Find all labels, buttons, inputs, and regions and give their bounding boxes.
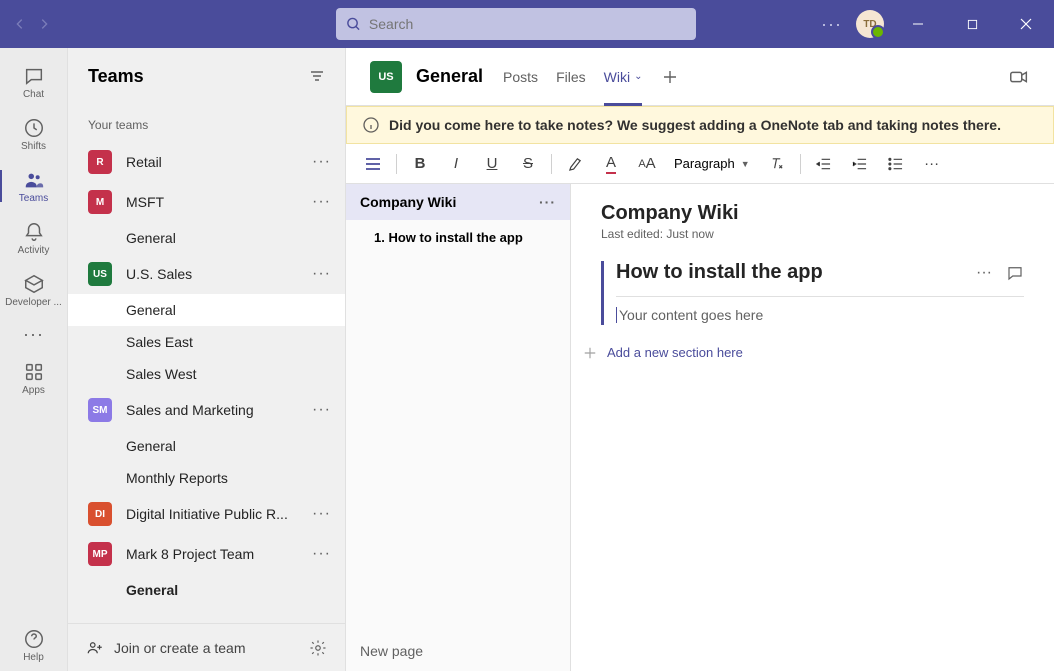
channel-row[interactable]: Monthly Reports bbox=[68, 462, 345, 494]
wiki-last-edited: Last edited: Just now bbox=[601, 227, 1024, 241]
channel-row[interactable]: General bbox=[68, 294, 345, 326]
rail-help[interactable]: Help bbox=[0, 619, 68, 671]
meet-camera-icon[interactable] bbox=[1008, 66, 1030, 88]
team-row[interactable]: US U.S. Sales ··· bbox=[68, 254, 345, 294]
team-more[interactable]: ··· bbox=[312, 265, 331, 283]
channel-row[interactable]: General bbox=[68, 430, 345, 462]
wiki-section: How to install the app ··· Your content … bbox=[601, 261, 1024, 325]
font-size-button[interactable]: AA bbox=[630, 148, 664, 180]
team-row[interactable]: DI Digital Initiative Public R... ··· bbox=[68, 494, 345, 534]
window-maximize[interactable] bbox=[952, 4, 992, 44]
team-name: MSFT bbox=[126, 194, 312, 210]
settings-gear-icon[interactable] bbox=[309, 639, 327, 657]
teams-panel-title: Teams bbox=[88, 66, 144, 87]
paragraph-dropdown[interactable]: Paragraph▼ bbox=[666, 148, 758, 180]
wiki-editor: Company Wiki Last edited: Just now How t… bbox=[571, 184, 1054, 671]
team-row[interactable]: R Retail ··· bbox=[68, 142, 345, 182]
font-color-button[interactable]: A bbox=[594, 148, 628, 180]
add-section-button[interactable]: Add a new section here bbox=[583, 345, 1024, 360]
rail-developer[interactable]: Developer ... bbox=[0, 264, 68, 316]
team-name: Sales and Marketing bbox=[126, 402, 312, 418]
wiki-page-more[interactable]: ··· bbox=[539, 194, 556, 210]
rail-apps[interactable]: Apps bbox=[0, 352, 68, 404]
app-rail: Chat Shifts Teams Activity Developer ...… bbox=[0, 48, 68, 671]
rail-teams[interactable]: Teams bbox=[0, 160, 68, 212]
team-name: Mark 8 Project Team bbox=[126, 546, 312, 562]
team-name: Digital Initiative Public R... bbox=[126, 506, 312, 522]
team-avatar: SM bbox=[88, 398, 112, 422]
channel-row[interactable]: Sales West bbox=[68, 358, 345, 390]
window-minimize[interactable] bbox=[898, 4, 938, 44]
team-avatar: R bbox=[88, 150, 112, 174]
channel-tab[interactable]: Wiki⌄ bbox=[604, 48, 643, 106]
team-row[interactable]: M MSFT ··· bbox=[68, 182, 345, 222]
nav-back[interactable] bbox=[8, 12, 32, 36]
team-row[interactable]: MP Mark 8 Project Team ··· bbox=[68, 534, 345, 574]
teams-panel: Teams Your teams R Retail ···M MSFT ···G… bbox=[68, 48, 346, 671]
titlebar: ··· TD bbox=[0, 0, 1054, 48]
wiki-new-page[interactable]: New page bbox=[346, 631, 570, 671]
rail-chat[interactable]: Chat bbox=[0, 56, 68, 108]
wiki-doc-title[interactable]: Company Wiki bbox=[601, 202, 1024, 225]
nav-forward[interactable] bbox=[32, 12, 56, 36]
strikethrough-button[interactable]: S bbox=[511, 148, 545, 180]
channel-row[interactable]: General bbox=[68, 574, 345, 606]
rail-more[interactable]: ··· bbox=[0, 316, 68, 352]
section-title[interactable]: How to install the app bbox=[616, 261, 976, 284]
clear-formatting-button[interactable] bbox=[760, 148, 794, 180]
content-area: US General Posts Files Wiki⌄ Did you come … bbox=[346, 48, 1054, 671]
section-content-placeholder[interactable]: Your content goes here bbox=[616, 307, 763, 323]
search-box[interactable] bbox=[336, 8, 696, 40]
team-avatar: MP bbox=[88, 542, 112, 566]
people-add-icon bbox=[86, 639, 104, 657]
filter-icon[interactable] bbox=[309, 68, 325, 84]
search-input[interactable] bbox=[369, 16, 686, 32]
team-avatar: US bbox=[88, 262, 112, 286]
team-row[interactable]: SM Sales and Marketing ··· bbox=[68, 390, 345, 430]
section-comment-icon[interactable] bbox=[1006, 264, 1024, 282]
channel-avatar: US bbox=[370, 61, 402, 93]
team-name: U.S. Sales bbox=[126, 266, 312, 282]
wiki-nav: Company Wiki ··· 1. How to install the a… bbox=[346, 184, 571, 671]
team-more[interactable]: ··· bbox=[312, 545, 331, 563]
team-avatar: DI bbox=[88, 502, 112, 526]
plus-icon bbox=[583, 346, 597, 360]
hamburger-icon[interactable] bbox=[356, 148, 390, 180]
window-close[interactable] bbox=[1006, 4, 1046, 44]
team-more[interactable]: ··· bbox=[312, 193, 331, 211]
underline-button[interactable]: U bbox=[475, 148, 509, 180]
team-avatar: M bbox=[88, 190, 112, 214]
highlight-button[interactable] bbox=[558, 148, 592, 180]
rail-activity[interactable]: Activity bbox=[0, 212, 68, 264]
channel-tab[interactable]: Files bbox=[556, 48, 586, 106]
section-more[interactable]: ··· bbox=[976, 264, 992, 282]
channel-row[interactable]: Sales East bbox=[68, 326, 345, 358]
add-tab-button[interactable] bbox=[654, 61, 686, 93]
your-teams-label: Your teams bbox=[68, 112, 345, 142]
channel-tab[interactable]: Posts bbox=[503, 48, 538, 106]
channel-row[interactable]: General bbox=[68, 222, 345, 254]
search-icon bbox=[346, 16, 361, 32]
italic-button[interactable]: I bbox=[439, 148, 473, 180]
wiki-page-title-row[interactable]: Company Wiki ··· bbox=[346, 184, 570, 220]
editor-toolbar: B I U S A AA Paragraph▼ ··· bbox=[346, 144, 1054, 184]
indent-button[interactable] bbox=[843, 148, 877, 180]
info-banner: Did you come here to take notes? We sugg… bbox=[346, 106, 1054, 144]
channel-header: US General Posts Files Wiki⌄ bbox=[346, 48, 1054, 106]
outdent-button[interactable] bbox=[807, 148, 841, 180]
wiki-toc-item[interactable]: 1. How to install the app bbox=[346, 220, 570, 255]
info-icon bbox=[363, 117, 379, 133]
bullet-list-button[interactable] bbox=[879, 148, 913, 180]
team-more[interactable]: ··· bbox=[312, 505, 331, 523]
team-more[interactable]: ··· bbox=[312, 401, 331, 419]
join-create-team[interactable]: Join or create a team bbox=[86, 639, 246, 657]
titlebar-more[interactable]: ··· bbox=[821, 14, 842, 35]
team-name: Retail bbox=[126, 154, 312, 170]
user-avatar[interactable]: TD bbox=[856, 10, 884, 38]
rail-shifts[interactable]: Shifts bbox=[0, 108, 68, 160]
bold-button[interactable]: B bbox=[403, 148, 437, 180]
toolbar-more[interactable]: ··· bbox=[915, 148, 949, 180]
team-more[interactable]: ··· bbox=[312, 153, 331, 171]
channel-title: General bbox=[416, 66, 483, 87]
